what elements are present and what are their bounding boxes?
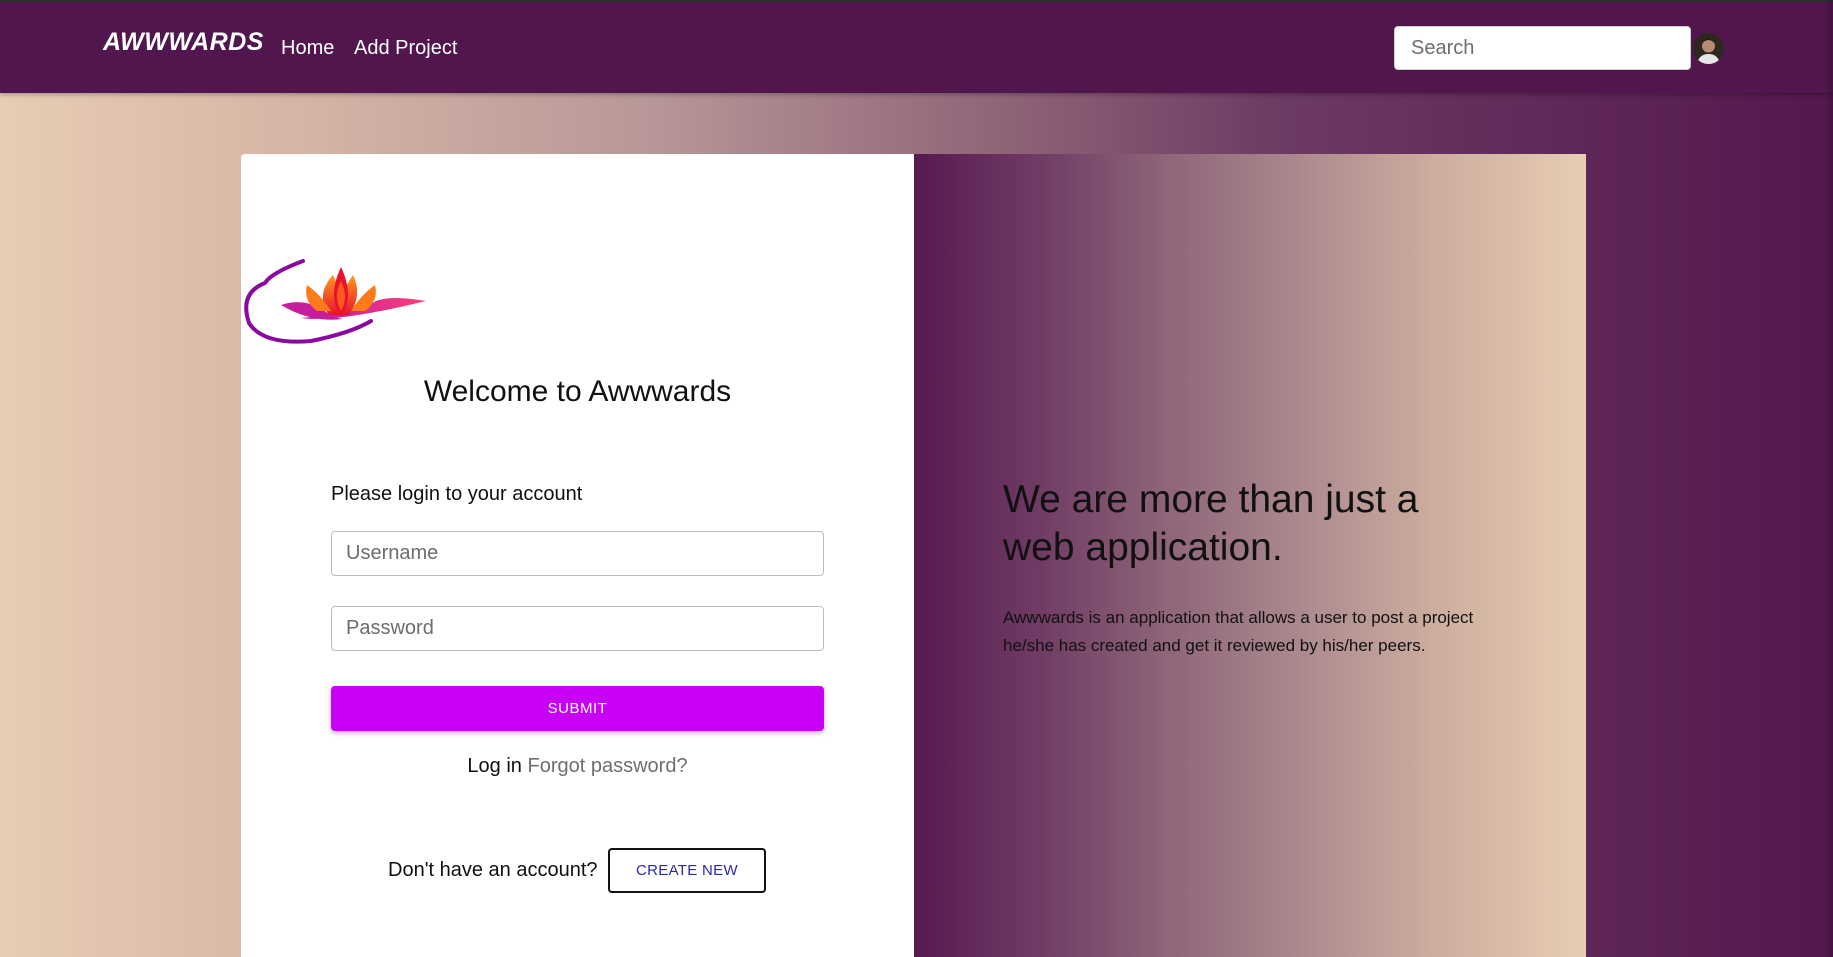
username-field[interactable] — [331, 531, 824, 576]
submit-button[interactable]: SUBMIT — [331, 686, 824, 731]
create-new-button[interactable]: CREATE NEW — [608, 848, 766, 893]
page-scrollbar[interactable] — [1828, 0, 1833, 957]
promo-headline: We are more than just a web application. — [1003, 478, 1419, 569]
login-link[interactable]: Log in — [467, 755, 522, 777]
user-avatar-icon[interactable] — [1693, 33, 1724, 64]
page: AWWWARDS Home Add Project Search Welcome… — [0, 0, 1833, 957]
password-field[interactable] — [331, 606, 824, 651]
nav-add-project-link[interactable]: Add Project — [354, 37, 457, 60]
lotus-logo-icon — [244, 259, 426, 344]
promo-description: Awwwards is an application that allows a… — [1003, 608, 1474, 655]
search-input[interactable] — [1394, 26, 1691, 70]
forgot-password-link[interactable]: Forgot password? — [527, 755, 687, 777]
signup-prompt-text: Don't have an account? — [388, 859, 598, 881]
login-links-row: Log in Forgot password? — [241, 755, 914, 778]
brand-logo-link[interactable]: AWWWARDS — [103, 28, 264, 57]
login-prompt-text: Please login to your account — [331, 483, 583, 505]
nav-home-link[interactable]: Home — [281, 37, 334, 60]
navbar: AWWWARDS Home Add Project — [0, 2, 1833, 93]
welcome-title: Welcome to Awwwards — [423, 375, 732, 408]
